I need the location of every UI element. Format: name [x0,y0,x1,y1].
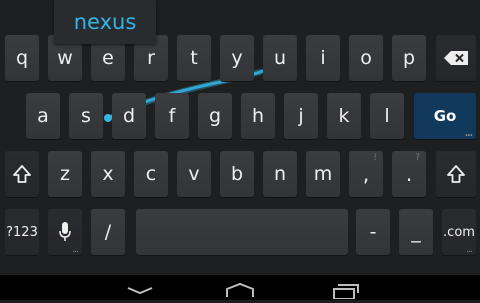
key-z[interactable]: z [48,151,82,197]
navigation-bar [0,275,480,300]
mic-key[interactable]: ... [48,209,82,255]
key-v[interactable]: v [177,151,211,197]
more-keys-dots: ... [464,129,473,139]
key-j[interactable]: j [284,93,318,139]
back-icon [127,287,153,295]
shift-icon [447,165,465,183]
shift-key-left[interactable] [5,151,39,197]
keyboard: q w e r t y u i o p a s d f g h j k l Go… [0,0,480,275]
key-m[interactable]: m [306,151,340,197]
home-button[interactable] [220,279,260,299]
shift-key-right[interactable] [436,151,476,197]
key-slash[interactable]: / [91,209,125,255]
key-u[interactable]: u [263,35,297,81]
microphone-icon [59,222,71,241]
key-comma[interactable]: ! , [349,151,383,197]
key-g[interactable]: g [198,93,232,139]
key-o[interactable]: o [349,35,383,81]
shift-icon [13,165,31,183]
back-button[interactable] [120,279,160,299]
key-n[interactable]: n [263,151,297,197]
key-q[interactable]: q [5,35,39,81]
key-y[interactable]: y [220,35,254,81]
key-a[interactable]: a [26,93,60,139]
go-key[interactable]: Go ... [414,93,476,139]
key-h[interactable]: h [241,93,275,139]
key-underscore[interactable]: _ [399,209,433,255]
key-b[interactable]: b [220,151,254,197]
key-c[interactable]: c [134,151,168,197]
recents-button[interactable] [325,279,365,300]
key-t[interactable]: t [177,35,211,81]
key-k[interactable]: k [327,93,361,139]
dotcom-key[interactable]: .com ... [442,209,476,255]
home-icon [226,282,254,297]
backspace-key[interactable] [436,35,476,81]
key-p[interactable]: p [392,35,426,81]
key-l[interactable]: l [370,93,404,139]
more-keys-dots: ... [72,245,79,255]
recents-icon [333,284,359,300]
key-s[interactable]: s [69,93,103,139]
key-period[interactable]: ? . [392,151,426,197]
key-dash[interactable]: - [356,209,390,255]
spacebar[interactable] [136,209,348,255]
key-i[interactable]: i [306,35,340,81]
key-x[interactable]: x [91,151,125,197]
key-d[interactable]: d [112,93,146,139]
more-keys-dots: ... [466,245,473,255]
backspace-icon [444,51,468,65]
key-f[interactable]: f [155,93,189,139]
suggestion-preview[interactable]: nexus [54,0,156,44]
suggestion-word: nexus [73,10,137,34]
symbols-key[interactable]: ?123 [5,209,39,255]
